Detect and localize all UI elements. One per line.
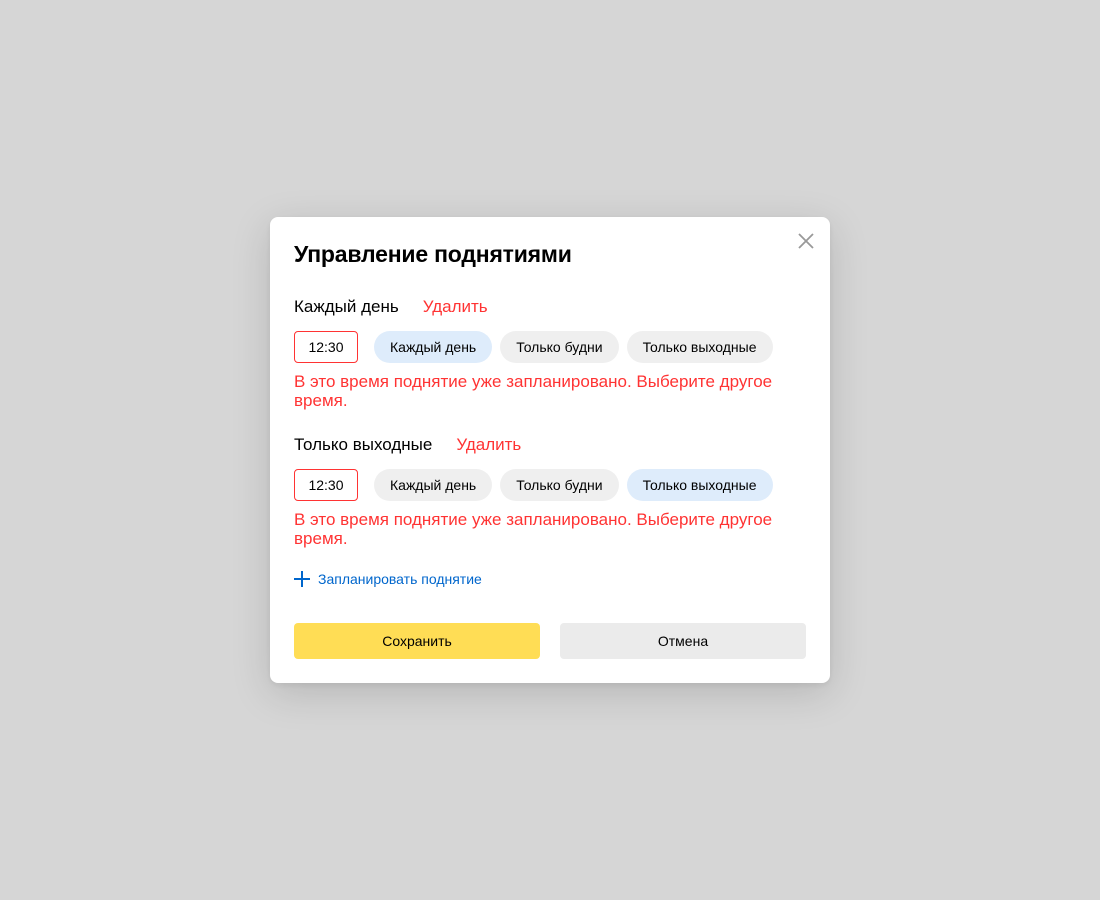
chip-every-day[interactable]: Каждый день xyxy=(374,469,493,501)
delete-schedule-link[interactable]: Удалить xyxy=(423,297,488,317)
schedule-name: Только выходные xyxy=(294,435,433,454)
schedule-controls: Каждый день Только будни Только выходные xyxy=(294,469,806,501)
time-input[interactable] xyxy=(294,469,358,501)
add-schedule-link[interactable]: Запланировать поднятие xyxy=(294,571,482,587)
error-message: В это время поднятие уже запланировано. … xyxy=(294,510,773,548)
add-schedule-label: Запланировать поднятие xyxy=(318,571,482,587)
chip-weekends[interactable]: Только выходные xyxy=(626,331,773,363)
plus-icon xyxy=(294,571,310,587)
schedule-name: Каждый день xyxy=(294,297,399,316)
cancel-button[interactable]: Отмена xyxy=(560,623,806,659)
delete-schedule-link[interactable]: Удалить xyxy=(456,435,521,455)
schedule-block: Каждый день Удалить Каждый день Только б… xyxy=(294,296,806,410)
save-button[interactable]: Сохранить xyxy=(294,623,540,659)
chip-every-day[interactable]: Каждый день xyxy=(374,331,493,363)
dialog-footer: Сохранить Отмена xyxy=(294,623,806,659)
chip-weekdays[interactable]: Только будни xyxy=(500,469,619,501)
schedule-block: Только выходные Удалить Каждый день Толь… xyxy=(294,434,806,548)
dialog-title: Управление поднятиями xyxy=(294,241,572,267)
schedule-controls: Каждый день Только будни Только выходные xyxy=(294,331,806,363)
schedule-header: Только выходные Удалить xyxy=(294,434,806,456)
schedule-dialog: Управление поднятиями Каждый день Удалит… xyxy=(270,217,830,683)
close-icon[interactable] xyxy=(796,231,816,251)
schedule-header: Каждый день Удалить xyxy=(294,296,806,318)
chip-weekdays[interactable]: Только будни xyxy=(500,331,619,363)
chip-weekends[interactable]: Только выходные xyxy=(626,469,773,501)
error-message: В это время поднятие уже запланировано. … xyxy=(294,372,773,410)
time-input[interactable] xyxy=(294,331,358,363)
